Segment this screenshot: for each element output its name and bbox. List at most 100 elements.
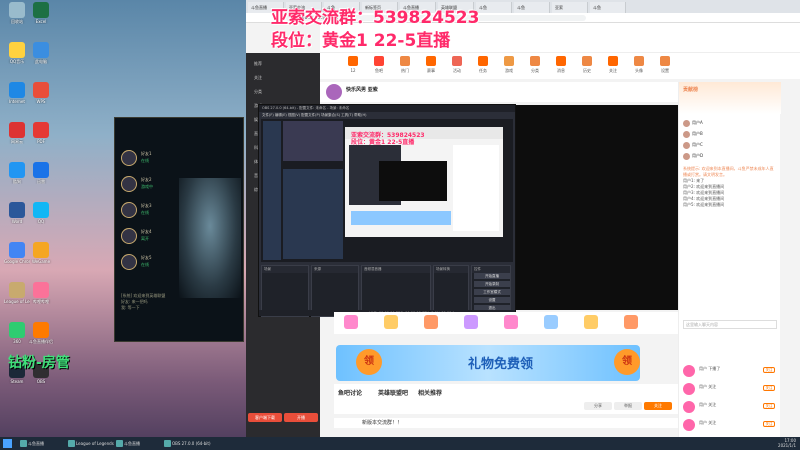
follow-button[interactable]: 关注 — [763, 367, 775, 373]
taskbar-app[interactable]: OBS 27.0.0 (64-bit) — [162, 439, 211, 448]
nav-item[interactable]: 消息 — [548, 56, 574, 74]
gift-icon[interactable] — [384, 315, 398, 329]
gift-icon[interactable] — [424, 315, 438, 329]
nav-item[interactable]: 设置 — [652, 56, 678, 74]
friend-item[interactable]: 好友4 离开 — [121, 226, 179, 246]
obs-control-button[interactable]: 开始直播 — [474, 273, 510, 279]
desktop-icon[interactable]: QQ音乐 — [4, 42, 30, 64]
desktop-icon[interactable]: WPS — [28, 82, 54, 104]
gift-banner[interactable]: 领 礼物免费领 领 — [336, 345, 640, 381]
desktop-icon[interactable]: 斗鱼直播伴侣 — [28, 322, 54, 344]
nav-item[interactable]: 活动 — [444, 56, 470, 74]
ling-badge-right[interactable]: 领 — [614, 349, 640, 375]
nav-item[interactable]: 历史 — [574, 56, 600, 74]
desktop-icon[interactable]: 酷狗 — [4, 162, 30, 184]
gift-icon[interactable] — [504, 315, 518, 329]
ling-badge-left[interactable]: 领 — [356, 349, 382, 375]
streamer-avatar[interactable] — [326, 84, 342, 100]
sidebar-red-button[interactable]: 客户端下载 — [248, 413, 282, 422]
gift-icon[interactable] — [624, 315, 638, 329]
desktop-icon[interactable]: PDF — [28, 122, 54, 144]
nav-item[interactable]: 关注 — [600, 56, 626, 74]
desktop-icon-label: Steam — [10, 379, 24, 384]
desktop-icon[interactable]: League of Legends — [4, 282, 30, 304]
gift-icon[interactable] — [344, 315, 358, 329]
browser-tab[interactable]: 斗鱼 — [514, 2, 550, 13]
start-icon[interactable] — [3, 439, 12, 448]
page-tab[interactable]: 英雄联盟吧 — [378, 388, 408, 397]
rank-row[interactable]: 用户C — [683, 140, 777, 150]
league-chat: [系统] 欢迎来到英雄联盟 好友: 来一把吗 我: 等一下 — [121, 293, 239, 338]
friend-name: 好友5 — [141, 255, 152, 260]
friend-item[interactable]: 好友3 在线 — [121, 200, 179, 220]
nav-item[interactable]: 赛事 — [418, 56, 444, 74]
desktop-icon[interactable]: Google Chrome — [4, 242, 30, 264]
taskbar-app[interactable]: League of Legends — [66, 439, 114, 448]
nav-item[interactable]: 头像 — [626, 56, 652, 74]
obs-window[interactable]: OBS 27.0.0 (64-bit) - 配置文件: 未命名 - 场景: 未命… — [258, 104, 516, 317]
system-tray[interactable]: 17:00 2021/1/1 — [778, 438, 796, 448]
page-tab[interactable]: 鱼吧讨论 — [338, 388, 362, 397]
desktop-icon[interactable]: 回收站 — [4, 2, 30, 24]
sidebar-item[interactable]: 推荐 — [254, 61, 262, 67]
gift-icon[interactable] — [544, 315, 558, 329]
sidebar-item[interactable]: 分类 — [254, 89, 262, 95]
league-client-window[interactable]: 好友1 在线好友2 游戏中 好友3 在线好友4 离开好友5 在线 [系统] 欢迎来到英雄联盟… — [114, 117, 244, 342]
chat-user-item[interactable]: 用户 关注 关注 — [683, 400, 777, 414]
nav-item[interactable]: 游戏 — [496, 56, 522, 74]
page-button[interactable]: 关注 — [644, 402, 672, 410]
obs-control-button[interactable]: 开始录制 — [474, 281, 510, 287]
taskbar-app[interactable]: 斗鱼直播 — [18, 439, 64, 448]
gift-icon[interactable] — [584, 315, 598, 329]
desktop-icon[interactable]: Excel — [28, 2, 54, 24]
desktop-icon[interactable]: 迅雷 — [28, 162, 54, 184]
nav-item[interactable]: 任务 — [470, 56, 496, 74]
friend-item[interactable]: 好友5 在线 — [121, 252, 179, 272]
chat-user-item[interactable]: 用户 关注 关注 — [683, 382, 777, 396]
sidebar-item[interactable]: 关注 — [254, 75, 262, 81]
nav-item[interactable]: 12 — [340, 56, 366, 73]
friend-item[interactable]: 好友2 游戏中 — [121, 174, 179, 194]
app-icon — [33, 322, 49, 338]
contribution-title[interactable]: 贡献榜 — [683, 86, 698, 93]
nav-item[interactable]: 分类 — [522, 56, 548, 74]
page-button[interactable]: 举报 — [614, 402, 642, 410]
obs-control-button[interactable]: 设置 — [474, 297, 510, 303]
follow-button[interactable]: 关注 — [763, 421, 775, 427]
desktop-icon[interactable]: QQ — [28, 202, 54, 224]
page-tab[interactable]: 相关推荐 — [418, 388, 442, 397]
rank-row[interactable]: 用户B — [683, 129, 777, 139]
chat-user-item[interactable]: 用户 关注 关注 — [683, 418, 777, 432]
douyu-nav: 12 鱼吧 热门 赛事 活动 任务 游戏 分类 消息 历史 关注 头像 设置 — [320, 53, 800, 79]
browser-tab[interactable]: 斗鱼 — [590, 2, 626, 13]
taskbar-app[interactable]: 斗鱼直播 — [114, 439, 160, 448]
chat-input[interactable]: 这里输入聊天内容 — [683, 320, 777, 329]
nav-item[interactable]: 热门 — [392, 56, 418, 74]
desktop-icon[interactable]: Word — [4, 202, 30, 224]
sidebar-red-button[interactable]: 开播 — [284, 413, 318, 422]
friend-item[interactable]: 好友1 在线 — [121, 148, 179, 168]
desktop-icon[interactable]: 哔哩哔哩 — [28, 282, 54, 304]
desktop-icon-label: 哔哩哔哩 — [33, 299, 49, 304]
user-text: 用户 下播了 — [699, 366, 721, 371]
rank-name: 用户A — [692, 120, 703, 125]
rank-row[interactable]: 用户D — [683, 151, 777, 161]
page-button[interactable]: 分享 — [584, 402, 612, 410]
browser-tab[interactable]: 斗鱼 — [476, 2, 512, 13]
gift-icon[interactable] — [464, 315, 478, 329]
browser-tab[interactable]: 亚索 — [552, 2, 588, 13]
follow-button[interactable]: 关注 — [763, 385, 775, 391]
desktop-icon[interactable]: Internet — [4, 82, 30, 104]
desktop-icon[interactable]: 360 — [4, 322, 30, 344]
obs-control-button[interactable]: 工作室模式 — [474, 289, 510, 295]
obs-menu[interactable]: 文件(F) 编辑(E) 视图(V) 配置文件(P) 场景集合(S) 工具(T) … — [259, 112, 515, 118]
rank-row[interactable]: 用户A — [683, 118, 777, 128]
desktop-icon[interactable]: WeGame — [28, 242, 54, 264]
desktop-icon[interactable]: 网易云 — [4, 122, 30, 144]
desktop-icon[interactable]: 此电脑 — [28, 42, 54, 64]
nav-item[interactable]: 鱼吧 — [366, 56, 392, 74]
follow-button[interactable]: 关注 — [763, 403, 775, 409]
chat-user-item[interactable]: 用户 下播了 关注 — [683, 364, 777, 378]
nav-label: 活动 — [453, 68, 461, 73]
app-icon — [9, 122, 25, 138]
